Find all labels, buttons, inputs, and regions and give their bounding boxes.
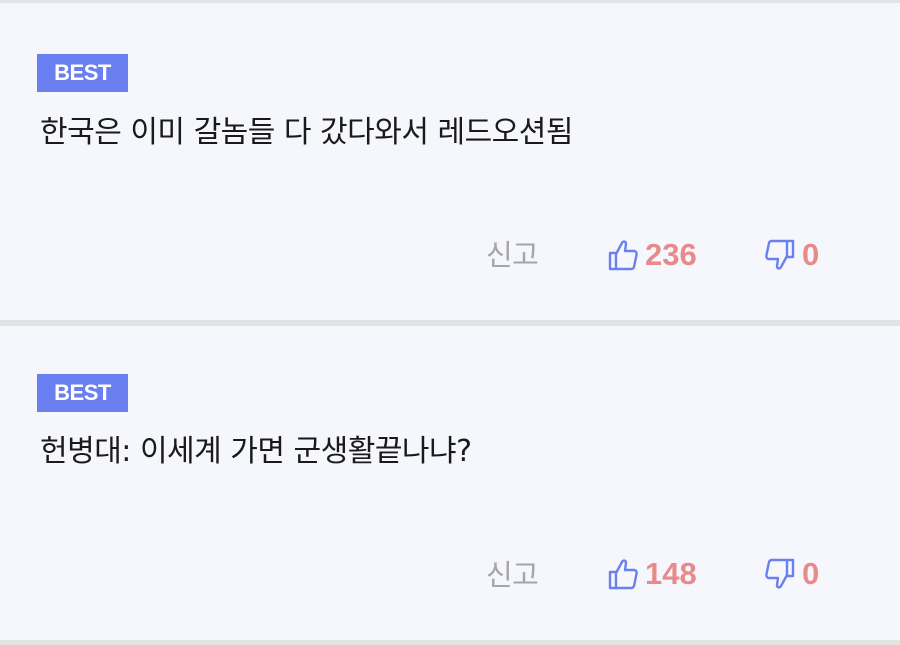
like-button[interactable]: 148 bbox=[607, 554, 697, 594]
best-badge: BEST bbox=[37, 54, 128, 92]
comment-card: BEST 한국은 이미 갈놈들 다 갔다와서 레드오션됨 신고 236 0 bbox=[0, 3, 900, 320]
dislike-button[interactable]: 0 bbox=[764, 235, 819, 275]
report-label: 신고 bbox=[486, 238, 539, 272]
like-count: 236 bbox=[645, 237, 697, 272]
like-button[interactable]: 236 bbox=[607, 235, 697, 275]
thumbs-up-icon bbox=[607, 238, 639, 272]
thumbs-down-icon bbox=[764, 238, 796, 272]
like-count: 148 bbox=[645, 556, 697, 591]
comment-card: BEST 헌병대: 이세계 가면 군생활끝나냐? 신고 148 0 bbox=[0, 326, 900, 640]
comment-text: 헌병대: 이세계 가면 군생활끝나냐? bbox=[40, 434, 472, 469]
thumbs-up-icon bbox=[607, 557, 639, 591]
best-badge: BEST bbox=[37, 374, 128, 412]
report-button[interactable]: 신고 bbox=[486, 233, 539, 273]
dislike-count: 0 bbox=[802, 237, 820, 272]
thumbs-down-icon bbox=[764, 557, 796, 591]
report-button[interactable]: 신고 bbox=[486, 553, 539, 593]
report-label: 신고 bbox=[486, 558, 539, 592]
dislike-button[interactable]: 0 bbox=[764, 554, 819, 594]
dislike-count: 0 bbox=[802, 556, 820, 591]
comment-text: 한국은 이미 갈놈들 다 갔다와서 레드오션됨 bbox=[40, 115, 573, 150]
